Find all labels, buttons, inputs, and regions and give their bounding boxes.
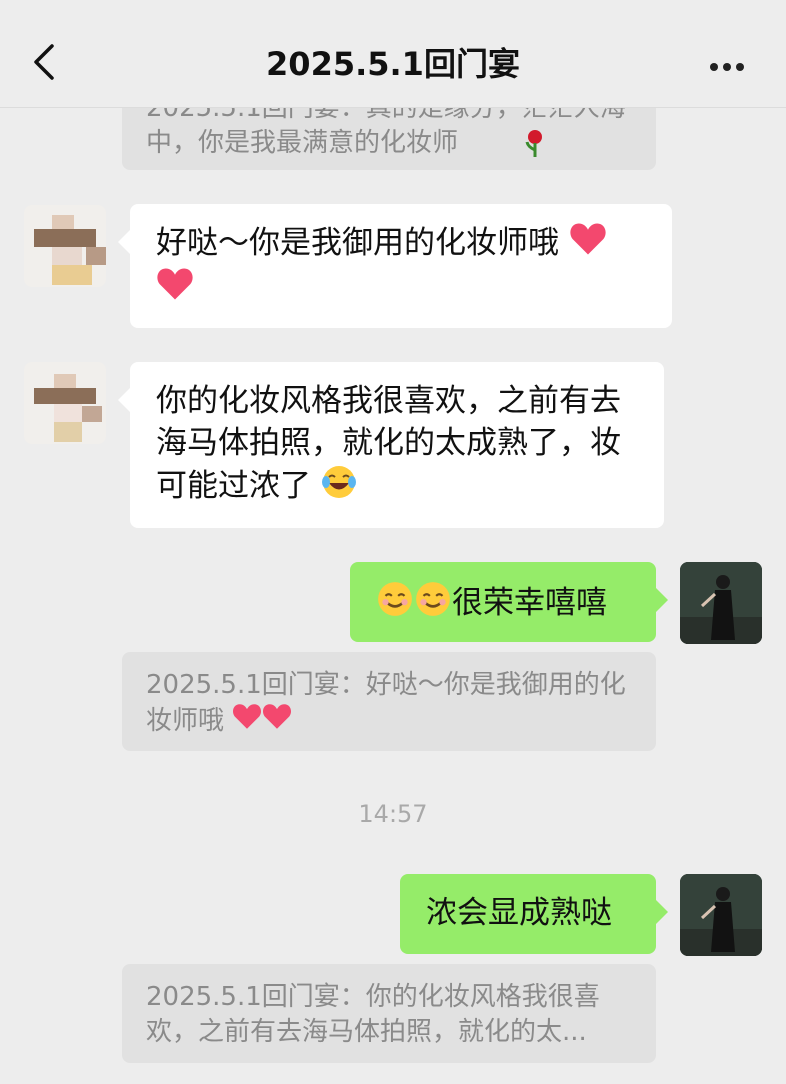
chat-area[interactable]: 2025.5.1回门宴：真的是缘分，茫茫人海中，你是我最满意的化妆师 好哒～你是… [0,0,786,1084]
heart-icon [156,267,194,312]
message-text: 你的化妆风格我很喜欢，之前有去海马体拍照，就化的太成熟了，妆可能过浓了 [156,383,621,504]
contact-avatar[interactable] [24,362,106,444]
quote-card[interactable]: 2025.5.1回门宴：你的化妆风格我很喜欢，之前有去海马体拍照，就化的太... [122,964,656,1063]
heart-icon [569,222,607,267]
message-text: 浓会显成熟哒 [426,895,612,931]
heart-icon [232,703,262,740]
my-avatar[interactable] [680,562,762,644]
message-text: 很荣幸嘻嘻 [452,585,607,621]
quote-card[interactable]: 2025.5.1回门宴：好哒～你是我御用的化妆师哦 [122,652,656,751]
my-avatar[interactable] [680,874,762,956]
message-bubble-sent[interactable]: 浓会显成熟哒 [400,874,668,954]
more-icon [710,63,718,71]
timestamp: 14:57 [358,800,428,828]
chat-title: 2025.5.1回门宴 [266,45,520,83]
smile-icon [414,580,452,629]
laughing-tears-icon [321,464,357,511]
smile-icon [376,580,414,629]
message-text: 好哒～你是我御用的化妆师哦 [156,225,559,261]
quote-text: 2025.5.1回门宴：好哒～你是我御用的化妆师哦 [146,670,626,736]
message-bubble-received[interactable]: 好哒～你是我御用的化妆师哦 [118,204,672,328]
more-button[interactable] [710,56,750,71]
message-bubble-sent[interactable]: 很荣幸嘻嘻 [350,562,668,642]
heart-icon [262,703,292,740]
navigation-bar: 2025.5.1回门宴 [0,0,786,108]
quote-text: 2025.5.1回门宴：你的化妆风格我很喜欢，之前有去海马体拍照，就化的太... [146,982,600,1047]
message-bubble-received[interactable]: 你的化妆风格我很喜欢，之前有去海马体拍照，就化的太成熟了，妆可能过浓了 [118,362,664,528]
rose-icon [524,128,546,168]
contact-avatar[interactable] [24,205,106,287]
